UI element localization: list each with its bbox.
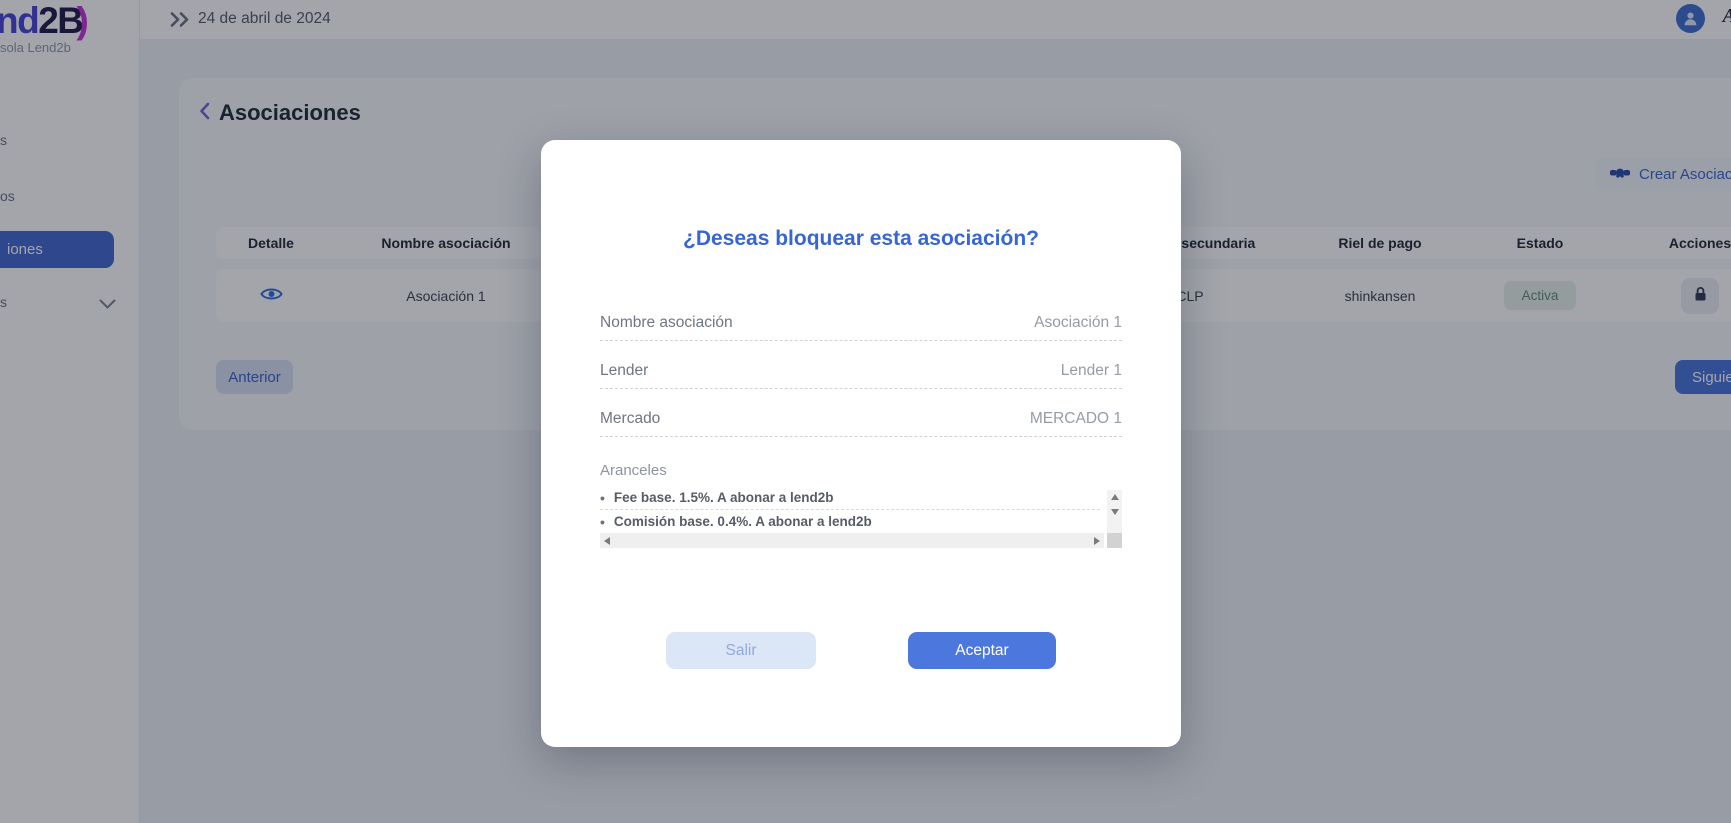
arancel-item: • Comisión base. 0.4%. A abonar a lend2b [600, 510, 1122, 533]
bullet-icon: • [600, 490, 605, 506]
field-nombre-asociacion: Nombre asociación Asociación 1 [600, 314, 1122, 341]
arancel-text: Comisión base. 0.4%. A abonar a lend2b [614, 514, 872, 529]
field-mercado: Mercado MERCADO 1 [600, 410, 1122, 437]
aranceles-list: • Fee base. 1.5%. A abonar a lend2b • Co… [600, 486, 1122, 548]
field-label: Nombre asociación [600, 314, 733, 332]
app-screen: nd2B) sola Lend2b s os iones s 24 de abr… [0, 0, 1731, 823]
field-value: Asociación 1 [1034, 314, 1122, 332]
field-value: Lender 1 [1061, 362, 1122, 380]
scroll-down-icon[interactable] [1111, 509, 1119, 515]
field-lender: Lender Lender 1 [600, 362, 1122, 389]
horizontal-scrollbar[interactable] [600, 533, 1104, 548]
scrollbar-corner [1107, 533, 1122, 548]
accept-button[interactable]: Aceptar [908, 632, 1056, 669]
field-label: Lender [600, 362, 648, 380]
arancel-text: Fee base. 1.5%. A abonar a lend2b [614, 490, 834, 505]
arancel-item: • Fee base. 1.5%. A abonar a lend2b [600, 486, 1122, 509]
aranceles-label: Aranceles [600, 462, 1122, 479]
vertical-scrollbar[interactable] [1107, 490, 1122, 533]
block-association-modal: ¿Deseas bloquear esta asociación? Nombre… [541, 140, 1181, 747]
exit-button[interactable]: Salir [666, 632, 816, 669]
scroll-left-icon[interactable] [604, 537, 610, 545]
field-label: Mercado [600, 410, 660, 428]
field-value: MERCADO 1 [1030, 410, 1122, 428]
scroll-up-icon[interactable] [1111, 494, 1119, 500]
scroll-right-icon[interactable] [1094, 537, 1100, 545]
modal-button-row: Salir Aceptar [541, 632, 1181, 669]
modal-title: ¿Deseas bloquear esta asociación? [541, 227, 1181, 251]
bullet-icon: • [600, 514, 605, 530]
modal-fields: Nombre asociación Asociación 1 Lender Le… [600, 314, 1122, 437]
